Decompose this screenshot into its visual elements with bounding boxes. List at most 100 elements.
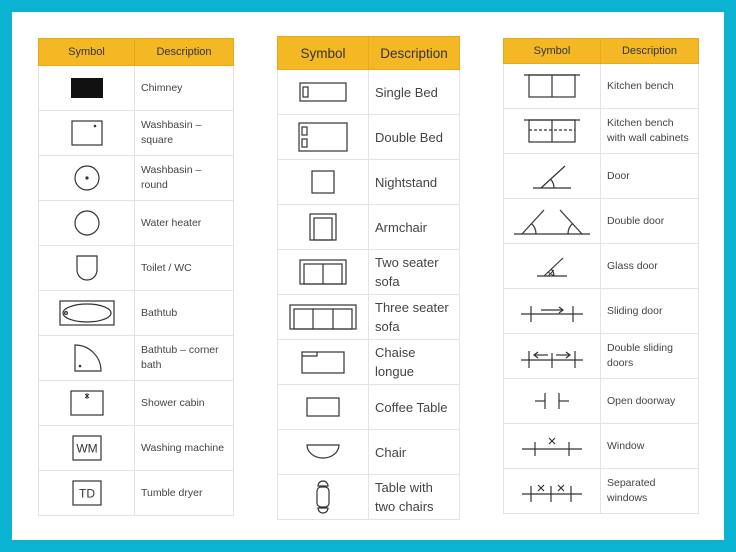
row-label: Armchair <box>368 204 460 250</box>
symbol-column-header: Symbol <box>38 38 135 66</box>
row-label: Double door <box>600 198 699 244</box>
row-label: Tumble dryer <box>134 470 234 516</box>
row-label: Double sliding doors <box>600 333 699 379</box>
toilet-icon <box>75 255 98 281</box>
row-label: Two seater sofa <box>368 249 460 295</box>
table-row: Nightstand <box>277 159 460 205</box>
row-label: Chaise longue <box>368 339 460 385</box>
tumble-dryer-icon: TD <box>71 480 102 506</box>
row-label: Separated windows <box>600 468 699 514</box>
table-row: Sliding door <box>503 288 699 334</box>
description-column-header: Description <box>368 36 460 70</box>
single-bed-icon <box>299 82 347 102</box>
table-row: Chimney <box>38 65 234 111</box>
chimney-icon <box>70 78 103 98</box>
table-row: WM Washing machine <box>38 425 234 471</box>
table-row: Three seater sofa <box>277 294 460 340</box>
furniture-symbols-table: Symbol Description Single Bed Double Bed… <box>277 36 460 520</box>
glass-door-icon <box>537 257 567 277</box>
table-row: Single Bed <box>277 69 460 115</box>
symbol-column-header: Symbol <box>277 36 369 70</box>
table-header-row: Symbol Description <box>277 36 460 70</box>
three-seater-sofa-icon <box>289 304 357 330</box>
row-label: Double Bed <box>368 114 460 160</box>
table-row: Washbasin – square <box>38 110 234 156</box>
doors-windows-symbols-table: Symbol Description Kitchen bench Kitchen… <box>503 38 699 514</box>
table-row: Double sliding doors <box>503 333 699 379</box>
chaise-longue-icon <box>301 351 345 374</box>
table-row: Door <box>503 153 699 199</box>
row-label: Bathtub <box>134 290 234 336</box>
table-row: Armchair <box>277 204 460 250</box>
chair-icon <box>306 444 340 459</box>
row-label: Open doorway <box>600 378 699 424</box>
washing-machine-icon: WM <box>71 435 102 461</box>
coffee-table-icon <box>306 397 340 417</box>
table-row: Coffee Table <box>277 384 460 430</box>
bathtub-icon <box>58 300 115 326</box>
double-door-icon <box>514 209 590 235</box>
shower-cabin-icon <box>69 390 104 416</box>
open-doorway-icon <box>535 393 569 409</box>
table-row: Table with two chairs <box>277 474 460 520</box>
washing-machine-label: WM <box>76 442 97 456</box>
table-header-row: Symbol Description <box>38 38 234 66</box>
row-label: Sliding door <box>600 288 699 334</box>
tumble-dryer-label: TD <box>79 487 95 501</box>
table-row: Kitchen bench <box>503 63 699 109</box>
washbasin-round-icon <box>73 165 100 191</box>
row-label: Coffee Table <box>368 384 460 430</box>
table-row: Kitchen bench with wall cabinets <box>503 108 699 154</box>
table-row: Window <box>503 423 699 469</box>
window-icon <box>522 437 582 456</box>
row-label: Three seater sofa <box>368 294 460 340</box>
row-label: Window <box>600 423 699 469</box>
table-row: Separated windows <box>503 468 699 514</box>
table-row: Toilet / WC <box>38 245 234 291</box>
kitchen-bench-icon <box>524 74 580 98</box>
door-icon <box>533 165 571 189</box>
row-label: Single Bed <box>368 69 460 115</box>
double-bed-icon <box>298 122 348 152</box>
row-label: Nightstand <box>368 159 460 205</box>
row-label: Chimney <box>134 65 234 111</box>
table-row: Water heater <box>38 200 234 246</box>
row-label: Water heater <box>134 200 234 246</box>
water-heater-icon <box>73 210 100 236</box>
washbasin-square-icon <box>70 120 103 146</box>
table-row: Chaise longue <box>277 339 460 385</box>
table-row: Bathtub <box>38 290 234 336</box>
row-label: Kitchen bench with wall cabinets <box>600 108 699 154</box>
table-row: Bathtub – corner bath <box>38 335 234 381</box>
description-column-header: Description <box>600 38 699 64</box>
nightstand-icon <box>311 170 335 194</box>
row-label: Bathtub – corner bath <box>134 335 234 381</box>
row-label: Shower cabin <box>134 380 234 426</box>
row-label: Kitchen bench <box>600 63 699 109</box>
row-label: Chair <box>368 429 460 475</box>
row-label: Door <box>600 153 699 199</box>
table-with-two-chairs-icon <box>316 480 330 514</box>
row-label: Washing machine <box>134 425 234 471</box>
table-row: Double door <box>503 198 699 244</box>
table-row: Shower cabin <box>38 380 234 426</box>
symbol-column-header: Symbol <box>503 38 601 64</box>
sliding-door-icon <box>521 306 583 322</box>
table-row: Two seater sofa <box>277 249 460 295</box>
row-label: Washbasin – round <box>134 155 234 201</box>
double-sliding-doors-icon <box>521 351 583 368</box>
table-row: Washbasin – round <box>38 155 234 201</box>
armchair-icon <box>309 213 337 241</box>
description-column-header: Description <box>134 38 234 66</box>
row-label: Washbasin – square <box>134 110 234 156</box>
separated-windows-icon <box>522 484 582 502</box>
row-label: Glass door <box>600 243 699 289</box>
table-header-row: Symbol Description <box>503 38 699 64</box>
row-label: Table with two chairs <box>368 474 460 520</box>
table-row: Open doorway <box>503 378 699 424</box>
bathroom-symbols-table: Symbol Description Chimney Washbasin – s… <box>38 38 234 516</box>
table-row: Glass door <box>503 243 699 289</box>
table-row: Chair <box>277 429 460 475</box>
bathtub-corner-icon <box>73 344 102 372</box>
table-row: TD Tumble dryer <box>38 470 234 516</box>
